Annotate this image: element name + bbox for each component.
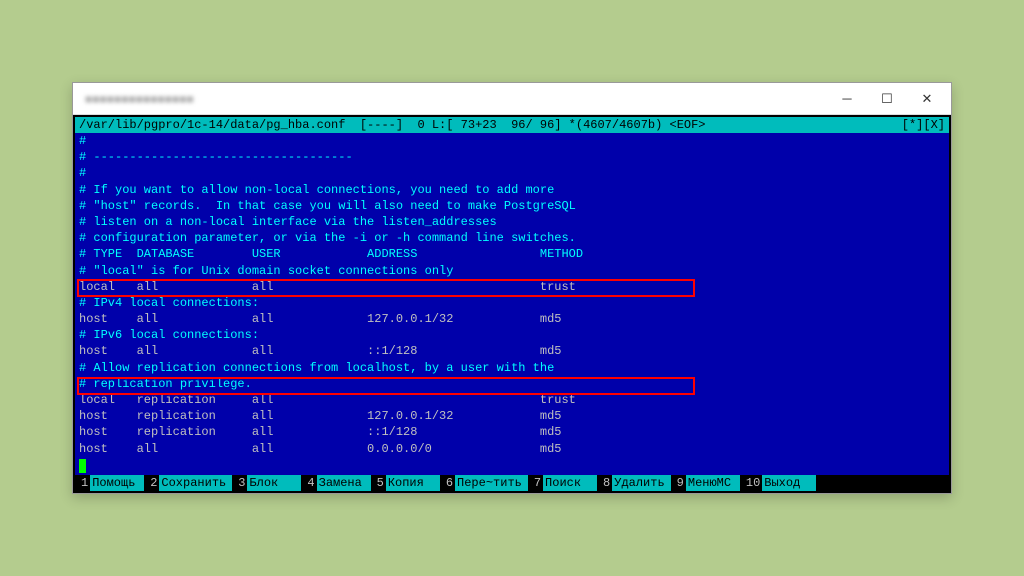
fkey-copy[interactable]: 5Копия xyxy=(371,475,440,491)
fkey-move[interactable]: 6Пере~тить xyxy=(440,475,528,491)
fkey-menu[interactable]: 9МенюMC xyxy=(671,475,740,491)
cursor-icon xyxy=(79,459,86,473)
fkey-replace[interactable]: 4Замена xyxy=(301,475,370,491)
editor-line: # IPv4 local connections: xyxy=(79,295,945,311)
editor-line: host all all ::1/128 md5 xyxy=(79,343,945,359)
editor-line: host all all 0.0.0.0/0 md5 xyxy=(79,441,945,457)
fkey-help[interactable]: 1Помощь xyxy=(75,475,144,491)
editor-line: # xyxy=(79,165,945,181)
editor-line: local replication all trust xyxy=(79,392,945,408)
editor-line: # configuration parameter, or via the -i… xyxy=(79,230,945,246)
function-key-bar: 1Помощь 2Сохранить 3Блок 4Замена 5Копия … xyxy=(75,475,949,491)
fkey-save[interactable]: 2Сохранить xyxy=(144,475,232,491)
editor-line: host replication all 127.0.0.1/32 md5 xyxy=(79,408,945,424)
minimize-button[interactable]: ─ xyxy=(827,85,867,113)
editor-line: # ------------------------------------ xyxy=(79,149,945,165)
editor-line: host replication all ::1/128 md5 xyxy=(79,424,945,440)
editor-line: # TYPE DATABASE USER ADDRESS METHOD xyxy=(79,246,945,262)
editor-line: # "local" is for Unix domain socket conn… xyxy=(79,263,945,279)
status-indicators: [*][X] xyxy=(902,118,945,132)
editor-line: # replication privilege. xyxy=(79,376,945,392)
fkey-delete[interactable]: 8Удалить xyxy=(597,475,671,491)
editor-line: # "host" records. In that case you will … xyxy=(79,198,945,214)
window-title: ■■■■■■■■■■■■■■■ xyxy=(77,92,827,106)
close-button[interactable]: ✕ xyxy=(907,85,947,113)
fkey-block[interactable]: 3Блок xyxy=(232,475,301,491)
editor-line: # listen on a non-local interface via th… xyxy=(79,214,945,230)
maximize-button[interactable]: ☐ xyxy=(867,85,907,113)
editor-line: # IPv6 local connections: xyxy=(79,327,945,343)
titlebar: ■■■■■■■■■■■■■■■ ─ ☐ ✕ xyxy=(73,83,951,115)
fkey-exit[interactable]: 10Выход xyxy=(740,475,816,491)
editor-line: host all all 127.0.0.1/32 md5 xyxy=(79,311,945,327)
status-file-info: /var/lib/pgpro/1c-14/data/pg_hba.conf [-… xyxy=(79,118,902,132)
editor-pane[interactable]: # # ------------------------------------… xyxy=(75,133,949,475)
editor-status-line: /var/lib/pgpro/1c-14/data/pg_hba.conf [-… xyxy=(75,117,949,133)
editor-line: local all all trust xyxy=(79,279,945,295)
fkey-search[interactable]: 7Поиск xyxy=(528,475,597,491)
app-window: ■■■■■■■■■■■■■■■ ─ ☐ ✕ /var/lib/pgpro/1c-… xyxy=(72,82,952,494)
editor-cursor-line xyxy=(79,457,945,473)
editor-line: # Allow replication connections from loc… xyxy=(79,360,945,376)
editor-line: # xyxy=(79,133,945,149)
terminal: /var/lib/pgpro/1c-14/data/pg_hba.conf [-… xyxy=(73,115,951,493)
editor-line: # If you want to allow non-local connect… xyxy=(79,182,945,198)
